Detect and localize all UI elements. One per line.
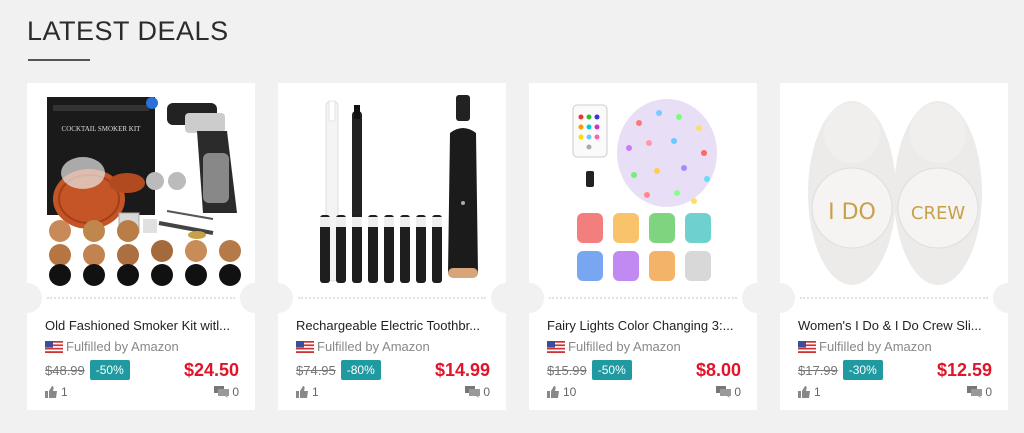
deal-title[interactable]: Rechargeable Electric Toothbr...: [296, 318, 492, 333]
old-price: $15.99: [547, 362, 587, 378]
deal-card-slippers[interactable]: I DO CREW Women's I Do & I Do Crew Sli..…: [780, 83, 1008, 410]
old-price: $48.99: [45, 362, 85, 378]
comment-count: 0: [734, 385, 741, 399]
title-underline: [28, 59, 90, 61]
smoker-kit-image[interactable]: COCKTAIL SMOKER KIT: [27, 83, 255, 293]
fulfilled-by: Fulfilled by Amazon: [296, 339, 430, 354]
discount-badge: -30%: [842, 360, 883, 380]
deal-card-toothbrush[interactable]: Rechargeable Electric Toothbr... Fulfill…: [278, 83, 506, 410]
like-count: 1: [312, 385, 319, 399]
old-price: $17.99: [798, 362, 838, 378]
fulfilled-by: Fulfilled by Amazon: [798, 339, 932, 354]
deal-price: $8.00: [695, 359, 741, 380]
slipper-text-left: I DO: [828, 200, 876, 225]
deal-title[interactable]: Fairy Lights Color Changing 3:...: [547, 318, 743, 333]
price-row: $74.95 -80% $14.99: [296, 358, 490, 382]
price-row: $17.99 -30% $12.59: [798, 358, 992, 382]
comments[interactable]: 0: [465, 385, 490, 399]
discount-badge: -50%: [591, 360, 632, 380]
fulfilled-text: Fulfilled by Amazon: [568, 339, 681, 354]
deal-title[interactable]: Women's I Do & I Do Crew Sli...: [798, 318, 994, 333]
comment-icon: [214, 386, 230, 398]
meta-row: 1 0: [296, 384, 490, 400]
section-title: LATEST DEALS: [27, 16, 229, 46]
thumbs-up-icon[interactable]: [547, 386, 559, 398]
thumbs-up-icon[interactable]: [296, 386, 308, 398]
meta-row: 10 0: [547, 384, 741, 400]
discount-badge: -50%: [89, 360, 130, 380]
like-count: 1: [814, 385, 821, 399]
comment-count: 0: [232, 385, 239, 399]
deal-title[interactable]: Old Fashioned Smoker Kit witl...: [45, 318, 241, 333]
meta-row: 1 0: [45, 384, 239, 400]
toothbrush-image[interactable]: [278, 83, 506, 293]
comment-icon: [967, 386, 983, 398]
card-divider: [800, 297, 988, 299]
fulfilled-by: Fulfilled by Amazon: [547, 339, 681, 354]
deal-price: $12.59: [936, 359, 992, 380]
comment-icon: [716, 386, 732, 398]
comments[interactable]: 0: [716, 385, 741, 399]
comment-icon: [465, 386, 481, 398]
comments[interactable]: 0: [214, 385, 239, 399]
like-count: 10: [563, 385, 577, 399]
fulfilled-by: Fulfilled by Amazon: [45, 339, 179, 354]
deal-card-smoker-kit[interactable]: COCKTAIL SMOKER KIT Old Fashioned Smoker…: [27, 83, 255, 410]
comment-count: 0: [985, 385, 992, 399]
price-row: $15.99 -50% $8.00: [547, 358, 741, 382]
slippers-image[interactable]: I DO CREW: [780, 83, 1008, 293]
deals-list: COCKTAIL SMOKER KIT Old Fashioned Smoker…: [27, 83, 1024, 410]
deal-card-fairy-lights[interactable]: Fairy Lights Color Changing 3:... Fulfil…: [529, 83, 757, 410]
old-price: $74.95: [296, 362, 336, 378]
us-flag-icon: [296, 340, 314, 353]
fairy-lights-image[interactable]: [529, 83, 757, 293]
svg-text:COCKTAIL SMOKER KIT: COCKTAIL SMOKER KIT: [62, 125, 142, 133]
discount-badge: -80%: [340, 360, 381, 380]
us-flag-icon: [547, 340, 565, 353]
comments[interactable]: 0: [967, 385, 992, 399]
deal-price: $14.99: [434, 359, 490, 380]
like-count: 1: [61, 385, 68, 399]
deal-price: $24.50: [183, 359, 239, 380]
fulfilled-text: Fulfilled by Amazon: [317, 339, 430, 354]
card-divider: [298, 297, 486, 299]
us-flag-icon: [45, 340, 63, 353]
thumbs-up-icon[interactable]: [798, 386, 810, 398]
thumbs-up-icon[interactable]: [45, 386, 57, 398]
us-flag-icon: [798, 340, 816, 353]
comment-count: 0: [483, 385, 490, 399]
slipper-text-right: CREW: [911, 203, 965, 224]
price-row: $48.99 -50% $24.50: [45, 358, 239, 382]
fulfilled-text: Fulfilled by Amazon: [819, 339, 932, 354]
card-divider: [47, 297, 235, 299]
meta-row: 1 0: [798, 384, 992, 400]
fulfilled-text: Fulfilled by Amazon: [66, 339, 179, 354]
card-divider: [549, 297, 737, 299]
